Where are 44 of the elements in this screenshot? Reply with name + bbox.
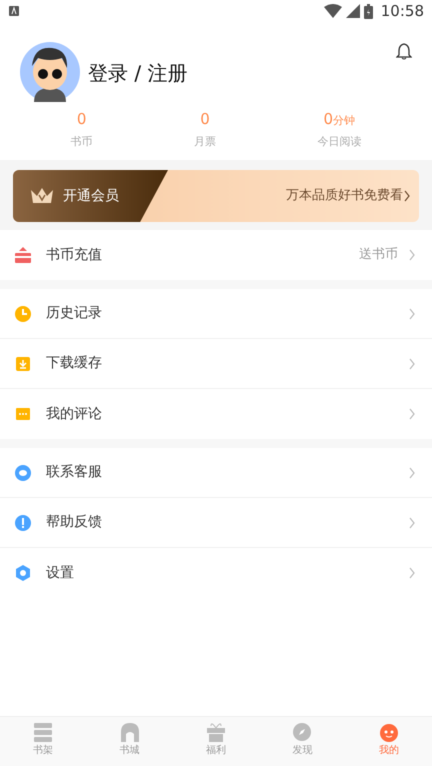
bookshelf-icon [32,721,54,743]
avatar[interactable] [20,42,80,102]
vip-title: 开通会员 [63,186,119,206]
comment-icon [14,405,32,423]
stat-value: 0 [199,110,211,128]
chevron-icon [408,516,416,528]
chevron-icon [408,567,416,579]
menu-item[interactable]: 书币充值 送书币 [0,230,432,280]
chevron-icon [408,249,416,261]
menu-item[interactable]: 设置 [0,548,432,598]
menu-item[interactable]: 历史记录 [0,289,432,339]
compass-icon [291,721,314,743]
face-icon [378,721,400,743]
login-register-link[interactable]: 登录 / 注册 [88,58,396,88]
notification-icon [8,5,20,17]
gift-card-icon [14,246,32,264]
menu-item[interactable]: 联系客服 [0,448,432,498]
chevron-icon [403,190,411,202]
stat-label: 今日阅读 [317,134,362,150]
chevron-icon [408,466,416,478]
stat-value: 0 [76,110,88,128]
status-time: 10:58 [380,0,424,22]
signal-icon [346,4,360,18]
chevron-icon [408,408,416,420]
crown-icon [29,186,55,206]
chevron-icon [408,308,416,320]
chevron-icon [408,358,416,370]
stat-value: 0分钟 [322,110,356,128]
arch-icon [118,721,141,743]
wifi-icon [324,4,342,18]
exclamation-icon [14,514,32,532]
bell-icon[interactable] [396,42,412,60]
vip-banner[interactable]: 开通会员 万本品质好书免费看 [13,170,419,222]
battery-icon [364,4,373,18]
stat-label: 书币 [70,134,93,150]
clock-icon [14,304,32,322]
gift-icon [205,721,228,743]
stat-label: 月票 [194,134,216,150]
settings-icon [14,564,32,582]
vip-promo: 万本品质好书免费看 [286,187,403,206]
download-icon [14,354,32,372]
menu-item[interactable]: 我的评论 [0,389,432,439]
menu-item[interactable]: 帮助反馈 [0,498,432,548]
menu-item[interactable]: 下载缓存 [0,339,432,389]
